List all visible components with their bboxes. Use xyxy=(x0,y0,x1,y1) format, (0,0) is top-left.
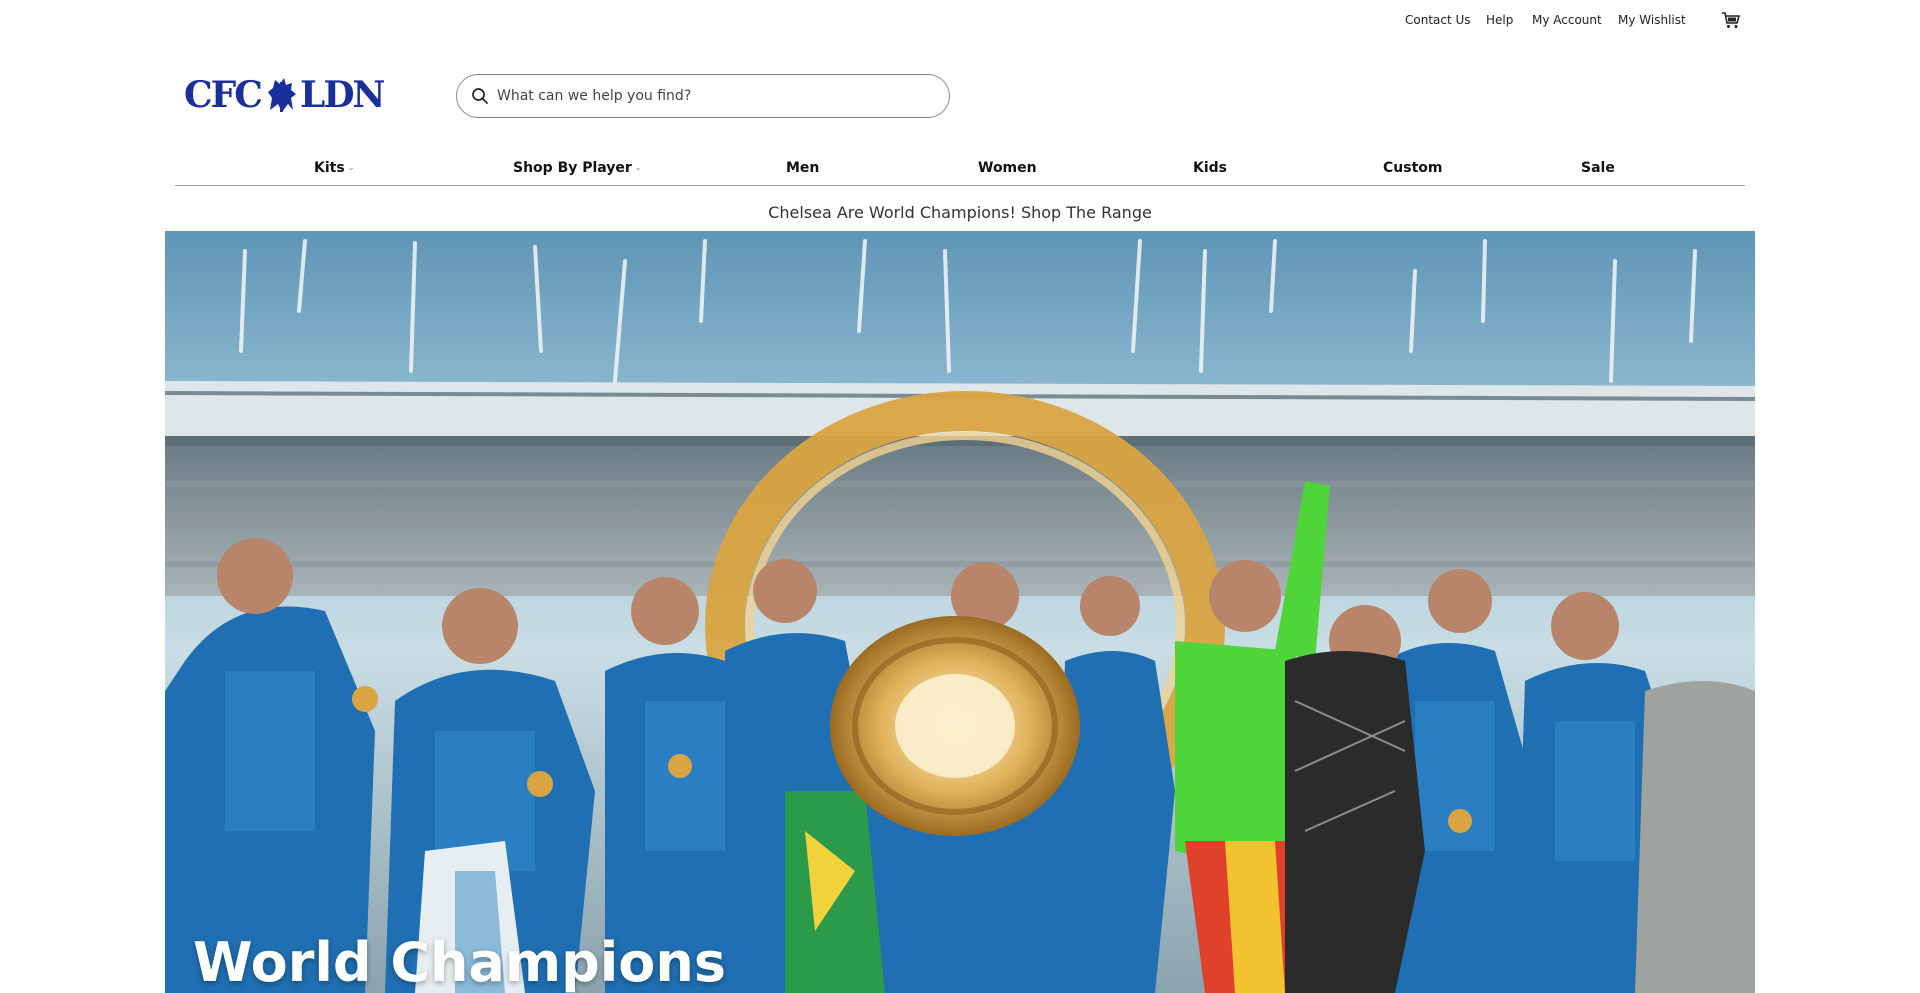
chevron-down-icon: ⌄ xyxy=(347,163,355,172)
nav-item-kits[interactable]: Kits ⌄ xyxy=(314,158,354,178)
hero-title[interactable]: World Champions xyxy=(193,931,726,993)
help-link[interactable]: Help xyxy=(1486,12,1513,28)
logo-cfc-text: CFC xyxy=(184,74,263,116)
main-nav: Kits ⌄ Shop By Player ⌄ Men Women Kids Cus… xyxy=(175,152,1745,186)
search-input[interactable] xyxy=(497,83,927,109)
logo-ldn-text: LDN xyxy=(300,74,385,116)
nav-item-label: Sale xyxy=(1581,160,1615,176)
nav-item-label: Kits xyxy=(314,160,345,176)
hero-banner[interactable]: World Champions xyxy=(165,231,1755,993)
nav-item-men[interactable]: Men xyxy=(786,158,819,178)
nav-item-label: Kids xyxy=(1193,160,1228,176)
chevron-down-icon: ⌄ xyxy=(634,163,642,172)
cart-icon[interactable] xyxy=(1721,10,1741,30)
contact-us-link[interactable]: Contact Us xyxy=(1405,12,1471,28)
search-icon[interactable] xyxy=(471,87,489,105)
promo-banner[interactable]: Chelsea Are World Champions! Shop The Ra… xyxy=(0,200,1920,226)
nav-item-label: Custom xyxy=(1383,160,1443,176)
nav-item-custom[interactable]: Custom xyxy=(1383,158,1442,178)
nav-item-sale[interactable]: Sale xyxy=(1581,158,1615,178)
nav-item-label: Men xyxy=(786,160,820,176)
site-logo[interactable]: CFC LDN xyxy=(184,74,386,116)
nav-item-label: Women xyxy=(978,160,1037,176)
nav-item-label: Shop By Player xyxy=(513,160,632,176)
utility-bar: Contact Us Help My Account My Wishlist xyxy=(0,0,1920,40)
hero-celebration-image xyxy=(165,231,1755,993)
chelsea-lion-icon xyxy=(264,74,300,116)
search-bar[interactable] xyxy=(456,74,950,118)
promo-banner-text[interactable]: Chelsea Are World Champions! Shop The Ra… xyxy=(768,203,1152,222)
my-account-link[interactable]: My Account xyxy=(1532,12,1602,28)
nav-item-women[interactable]: Women xyxy=(978,158,1037,178)
nav-item-kids[interactable]: Kids xyxy=(1193,158,1227,178)
my-wishlist-link[interactable]: My Wishlist xyxy=(1618,12,1686,28)
nav-item-shop-by-player[interactable]: Shop By Player ⌄ xyxy=(513,158,642,178)
